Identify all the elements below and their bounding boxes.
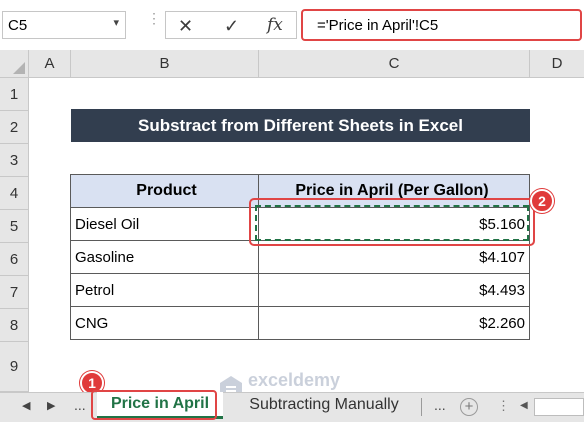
more-sheets-right-button[interactable]: ... — [434, 397, 446, 413]
table-row: Petrol $4.493 — [70, 273, 530, 307]
cell-price[interactable]: $4.107 — [258, 240, 530, 274]
row-header-3[interactable]: 3 — [0, 144, 29, 177]
prev-sheet-icon[interactable]: ◀ — [22, 399, 30, 412]
formula-bar-row: C5 ▾ ⋮ ✕ ✓ fx ='Price in April'!C5 — [0, 0, 584, 50]
scroll-left-icon[interactable]: ◀ — [520, 400, 528, 411]
cancel-icon[interactable]: ✕ — [178, 16, 193, 37]
tab-price-in-april[interactable]: Price in April — [97, 392, 223, 419]
cell-product[interactable]: CNG — [70, 306, 259, 340]
formula-bar-buttons: ✕ ✓ fx — [165, 11, 297, 39]
column-header-a[interactable]: A — [29, 50, 71, 78]
name-box-value: C5 — [8, 17, 28, 34]
next-sheet-icon[interactable]: ▶ — [47, 399, 55, 412]
column-header-b[interactable]: B — [71, 50, 259, 78]
header-price[interactable]: Price in April (Per Gallon) — [258, 174, 530, 208]
column-header-c[interactable]: C — [259, 50, 530, 78]
row-header-5[interactable]: 5 — [0, 210, 29, 243]
sheet-tab-bar: ◀ ▶ ... Price in April Subtracting Manua… — [0, 390, 584, 422]
row-header-2[interactable]: 2 — [0, 111, 29, 144]
cell-price-selected[interactable]: $5.160 — [258, 207, 530, 241]
select-all-button[interactable] — [0, 50, 29, 78]
cell-product[interactable]: Petrol — [70, 273, 259, 307]
sheet-title-banner: Substract from Different Sheets in Excel — [71, 109, 530, 142]
insert-function-icon[interactable]: fx — [267, 15, 283, 35]
table-row: Gasoline $4.107 — [70, 240, 530, 274]
table-row: Diesel Oil $5.160 — [70, 207, 530, 241]
row-header-7[interactable]: 7 — [0, 276, 29, 309]
select-all-icon — [13, 62, 25, 74]
row-header-4[interactable]: 4 — [0, 177, 29, 210]
table-row: CNG $2.260 — [70, 306, 530, 340]
tab-divider — [421, 398, 422, 416]
header-product[interactable]: Product — [70, 174, 259, 208]
row-header-9[interactable]: 9 — [0, 342, 29, 392]
formula-text: ='Price in April'!C5 — [317, 17, 439, 34]
horizontal-scrollbar[interactable] — [534, 398, 584, 416]
enter-check-icon[interactable]: ✓ — [224, 16, 239, 37]
cell-price[interactable]: $4.493 — [258, 273, 530, 307]
split-handle-icon[interactable]: ⋮ — [497, 398, 510, 414]
add-sheet-icon[interactable]: + — [460, 398, 478, 416]
drag-handle-icon[interactable]: ⋮ — [147, 11, 161, 25]
worksheet-grid: A B C D 1 2 3 4 5 6 7 8 9 Substract from… — [0, 50, 584, 395]
more-sheets-left-button[interactable]: ... — [74, 397, 86, 413]
cell-price[interactable]: $2.260 — [258, 306, 530, 340]
row-header-8[interactable]: 8 — [0, 309, 29, 342]
price-table: Product Price in April (Per Gallon) Dies… — [70, 174, 530, 340]
cell-product[interactable]: Gasoline — [70, 240, 259, 274]
row-header-1[interactable]: 1 — [0, 78, 29, 111]
table-header-row: Product Price in April (Per Gallon) — [70, 174, 530, 208]
tab-subtracting-manually[interactable]: Subtracting Manually — [232, 393, 416, 419]
step-badge-2: 2 — [530, 189, 554, 213]
cell-product[interactable]: Diesel Oil — [70, 207, 259, 241]
formula-input[interactable]: ='Price in April'!C5 — [301, 9, 582, 41]
name-box[interactable]: C5 ▾ — [2, 11, 126, 39]
column-header-d[interactable]: D — [530, 50, 584, 78]
row-header-6[interactable]: 6 — [0, 243, 29, 276]
chevron-down-icon[interactable]: ▾ — [113, 16, 119, 29]
